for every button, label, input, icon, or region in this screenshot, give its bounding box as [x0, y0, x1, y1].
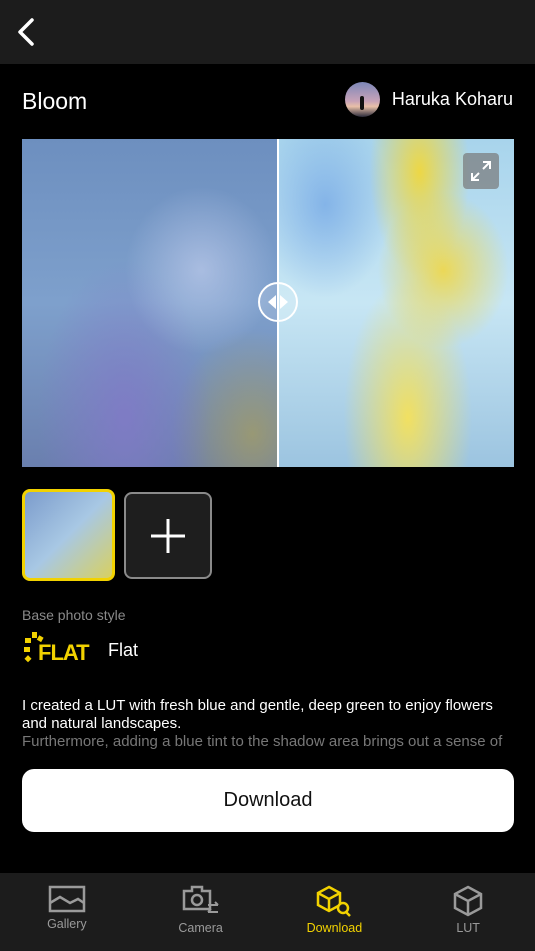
nav-label: Gallery [47, 917, 87, 931]
base-style-label: Base photo style [22, 607, 126, 623]
nav-camera[interactable]: Camera [134, 873, 268, 951]
cube-search-icon [317, 885, 352, 917]
nav-label: LUT [456, 921, 480, 935]
flat-logo: FLAT [24, 632, 92, 668]
base-style: FLAT Flat [24, 632, 138, 668]
description-line: I created a LUT with fresh blue and gent… [22, 697, 493, 732]
gallery-icon [48, 885, 86, 913]
lut-description: I created a LUT with fresh blue and gent… [22, 697, 514, 751]
nav-gallery[interactable]: Gallery [0, 873, 134, 951]
avatar [344, 82, 380, 117]
expand-icon [471, 161, 491, 181]
lut-title: Bloom [22, 88, 88, 114]
compare-slider-handle[interactable] [258, 282, 298, 322]
flat-logo-text: FLAT [38, 640, 90, 665]
nav-label: Camera [178, 921, 223, 935]
description-line-faded: Furthermore, adding a blue tint to the s… [22, 733, 503, 750]
base-style-name: Flat [108, 639, 139, 660]
comparison-preview[interactable] [22, 139, 514, 467]
camera-switch-icon [182, 885, 219, 913]
top-bar [0, 0, 535, 64]
author[interactable]: Haruka Koharu [344, 82, 513, 117]
plus-icon [151, 518, 185, 553]
chevron-left-icon[interactable] [14, 16, 42, 48]
add-photo-button[interactable] [124, 492, 212, 579]
expand-button[interactable] [463, 153, 499, 189]
nav-download[interactable]: Download [268, 873, 402, 951]
download-button[interactable]: Download [22, 769, 514, 832]
sample-photo-thumbnail[interactable] [22, 489, 115, 581]
arrows-left-right-icon [268, 295, 288, 309]
nav-label: Download [306, 921, 363, 935]
before-image [22, 139, 278, 467]
nav-lut[interactable]: LUT [401, 873, 535, 951]
cube-icon [453, 885, 483, 917]
author-name: Haruka Koharu [391, 89, 513, 109]
bottom-nav: Gallery Camera Download LUT [0, 873, 535, 951]
